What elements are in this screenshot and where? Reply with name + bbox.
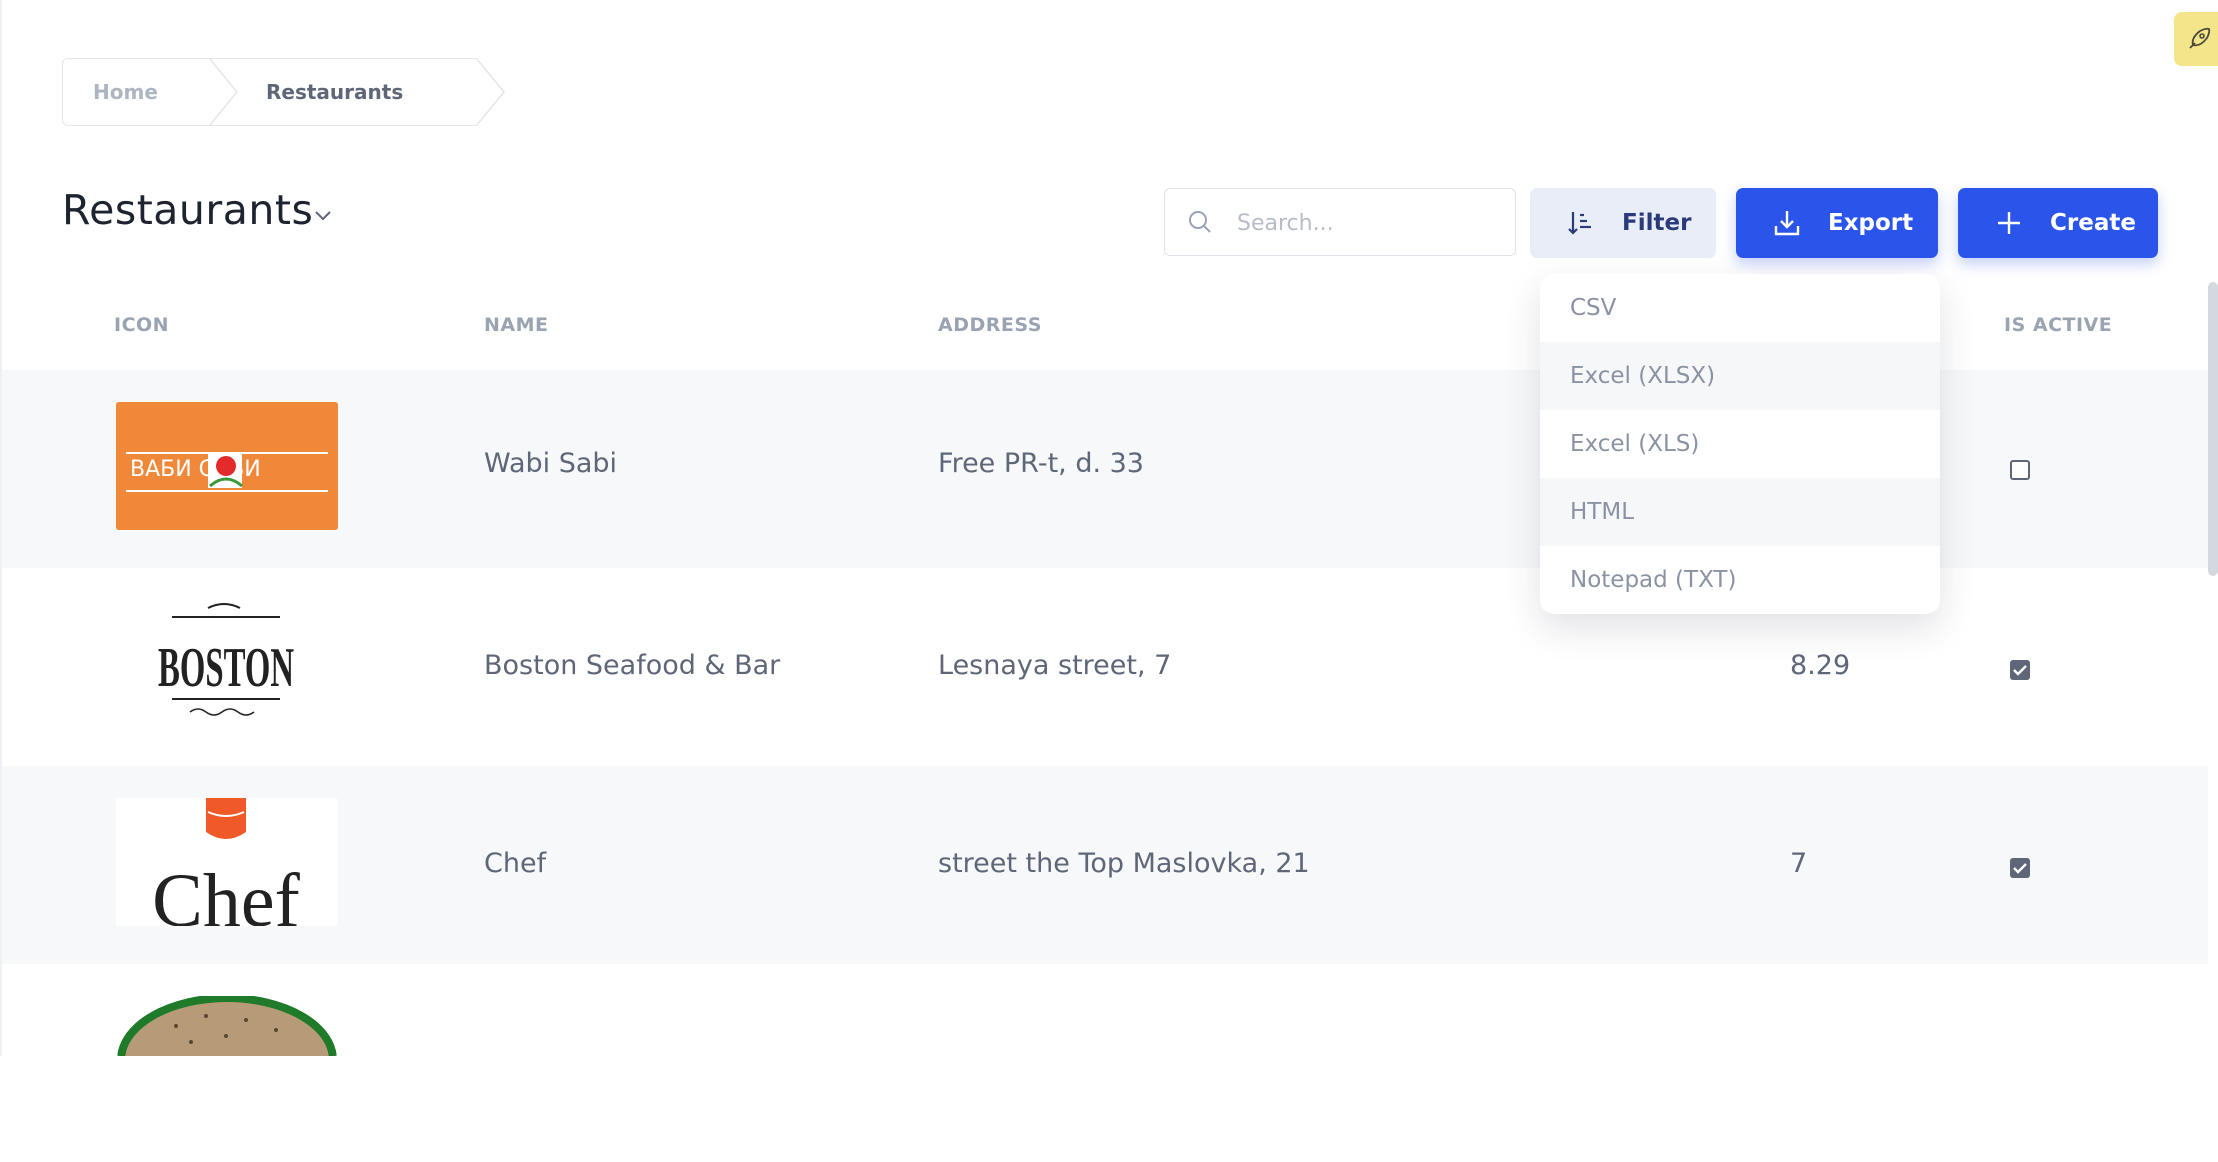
restaurant-logo-chef: Chef <box>116 798 338 926</box>
chevron-down-icon[interactable] <box>312 204 334 226</box>
column-header-icon[interactable]: ICON <box>114 314 169 336</box>
boston-logo-text: BOSTON <box>158 637 294 699</box>
breadcrumb-home-label: Home <box>93 80 158 104</box>
export-option-xlsx[interactable]: Excel (XLSX) <box>1540 342 1940 410</box>
search-box <box>1164 188 1516 256</box>
check-icon <box>2013 863 2027 874</box>
vertical-scrollbar[interactable] <box>2208 282 2218 576</box>
restaurant-name[interactable]: Wabi Sabi <box>484 448 617 479</box>
check-icon <box>2013 665 2027 676</box>
active-checkbox[interactable] <box>2010 460 2030 480</box>
active-checkbox[interactable] <box>2010 858 2030 878</box>
column-header-is-active[interactable]: IS ACTIVE <box>2004 314 2112 336</box>
restaurant-name[interactable]: Boston Seafood & Bar <box>484 650 780 681</box>
table-row[interactable] <box>2 964 2208 1162</box>
restaurant-logo-boston: BOSTON <box>116 600 338 728</box>
create-button[interactable]: Create <box>1958 188 2158 258</box>
export-option-txt[interactable]: Notepad (TXT) <box>1540 546 1940 614</box>
search-input[interactable] <box>1235 199 1499 247</box>
restaurant-address: Free PR-t, d. 33 <box>938 448 1144 479</box>
export-label: Export <box>1828 210 1914 236</box>
restaurant-address: street the Top Maslovka, 21 <box>938 848 1310 879</box>
search-icon <box>1189 211 1211 233</box>
download-icon <box>1774 211 1800 236</box>
create-label: Create <box>2050 210 2136 236</box>
export-button[interactable]: Export <box>1736 188 1938 258</box>
active-checkbox[interactable] <box>2010 660 2030 680</box>
breadcrumb: Home Restaurants <box>62 58 505 126</box>
breadcrumb-end <box>476 58 508 126</box>
export-option-xls[interactable]: Excel (XLS) <box>1540 410 1940 478</box>
sort-filter-icon <box>1568 212 1591 235</box>
filter-button[interactable]: Filter <box>1530 188 1716 258</box>
export-option-csv[interactable]: CSV <box>1540 274 1940 342</box>
column-header-address[interactable]: ADDRESS <box>938 314 1042 336</box>
breadcrumb-separator <box>209 58 241 126</box>
rocket-icon <box>2189 27 2211 49</box>
restaurant-rating: 8.29 <box>1790 650 1851 681</box>
restaurant-name[interactable]: Chef <box>484 848 546 879</box>
column-header-name[interactable]: NAME <box>484 314 549 336</box>
restaurant-address: Lesnaya street, 7 <box>938 650 1172 681</box>
breadcrumb-current-label: Restaurants <box>266 80 404 104</box>
breadcrumb-current: Restaurants <box>209 58 505 126</box>
chef-logo-text: Chef <box>152 859 300 926</box>
filter-label: Filter <box>1622 210 1692 236</box>
table-row[interactable]: Chef Chef street the Top Maslovka, 21 7 <box>2 766 2208 964</box>
export-dropdown-menu: CSV Excel (XLSX) Excel (XLS) HTML Notepa… <box>1540 274 1940 614</box>
plus-icon <box>1998 212 2020 234</box>
export-option-html[interactable]: HTML <box>1540 478 1940 546</box>
page-title: Restaurants <box>62 186 314 234</box>
restaurant-logo-partial <box>116 996 338 1056</box>
breadcrumb-home[interactable]: Home <box>62 58 238 126</box>
restaurant-rating: 7 <box>1790 848 1808 879</box>
restaurant-logo-wabi-sabi: ВАБИ САБИ <box>116 402 338 530</box>
rocket-badge[interactable] <box>2174 12 2218 66</box>
